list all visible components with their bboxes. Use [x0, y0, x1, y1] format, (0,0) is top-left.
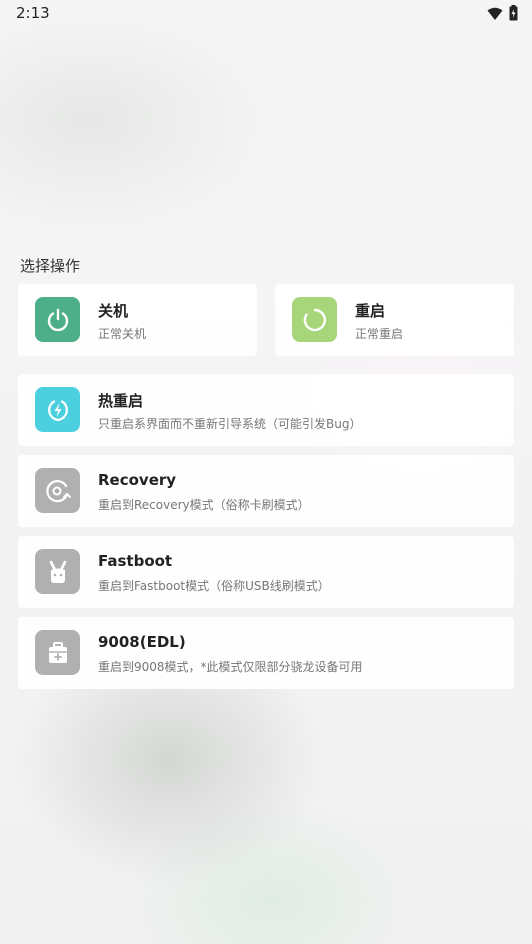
- status-bar: 2:13: [0, 0, 532, 28]
- fastboot-card[interactable]: Fastboot 重启到Fastboot模式（俗称USB线刷模式）: [18, 536, 514, 608]
- hot-reboot-title: 热重启: [98, 392, 144, 410]
- recovery-icon: [35, 468, 80, 513]
- recovery-card[interactable]: Recovery 重启到Recovery模式（俗称卡刷模式）: [18, 455, 514, 527]
- fastboot-title: Fastboot: [98, 552, 173, 570]
- power-off-subtitle: 正常关机: [98, 327, 147, 341]
- bolt-icon: [35, 387, 80, 432]
- fastboot-subtitle: 重启到Fastboot模式（俗称USB线刷模式）: [98, 579, 330, 593]
- refresh-icon: [292, 297, 337, 342]
- section-title: 选择操作: [20, 257, 81, 275]
- power-off-title: 关机: [98, 302, 129, 320]
- recovery-title: Recovery: [98, 471, 177, 489]
- hot-reboot-subtitle: 只重启系界面而不重新引导系统（可能引发Bug）: [98, 417, 362, 431]
- hot-reboot-card[interactable]: 热重启 只重启系界面而不重新引导系统（可能引发Bug）: [18, 374, 514, 446]
- status-icons: [487, 5, 518, 25]
- edl-title: 9008(EDL): [98, 633, 186, 651]
- toolbox-icon: [35, 630, 80, 675]
- recovery-subtitle: 重启到Recovery模式（俗称卡刷模式）: [98, 498, 310, 512]
- reboot-card[interactable]: 重启 正常重启: [275, 284, 514, 356]
- reboot-subtitle: 正常重启: [355, 327, 404, 341]
- edl-card[interactable]: 9008(EDL) 重启到9008模式，*此模式仅限部分骁龙设备可用: [18, 617, 514, 689]
- power-off-card[interactable]: 关机 正常关机: [18, 284, 257, 356]
- bunny-icon: [35, 549, 80, 594]
- power-icon: [35, 297, 80, 342]
- status-time: 2:13: [16, 4, 50, 22]
- reboot-title: 重启: [355, 302, 386, 320]
- edl-subtitle: 重启到9008模式，*此模式仅限部分骁龙设备可用: [98, 660, 363, 674]
- battery-icon: [509, 5, 518, 25]
- wifi-icon: [487, 6, 503, 25]
